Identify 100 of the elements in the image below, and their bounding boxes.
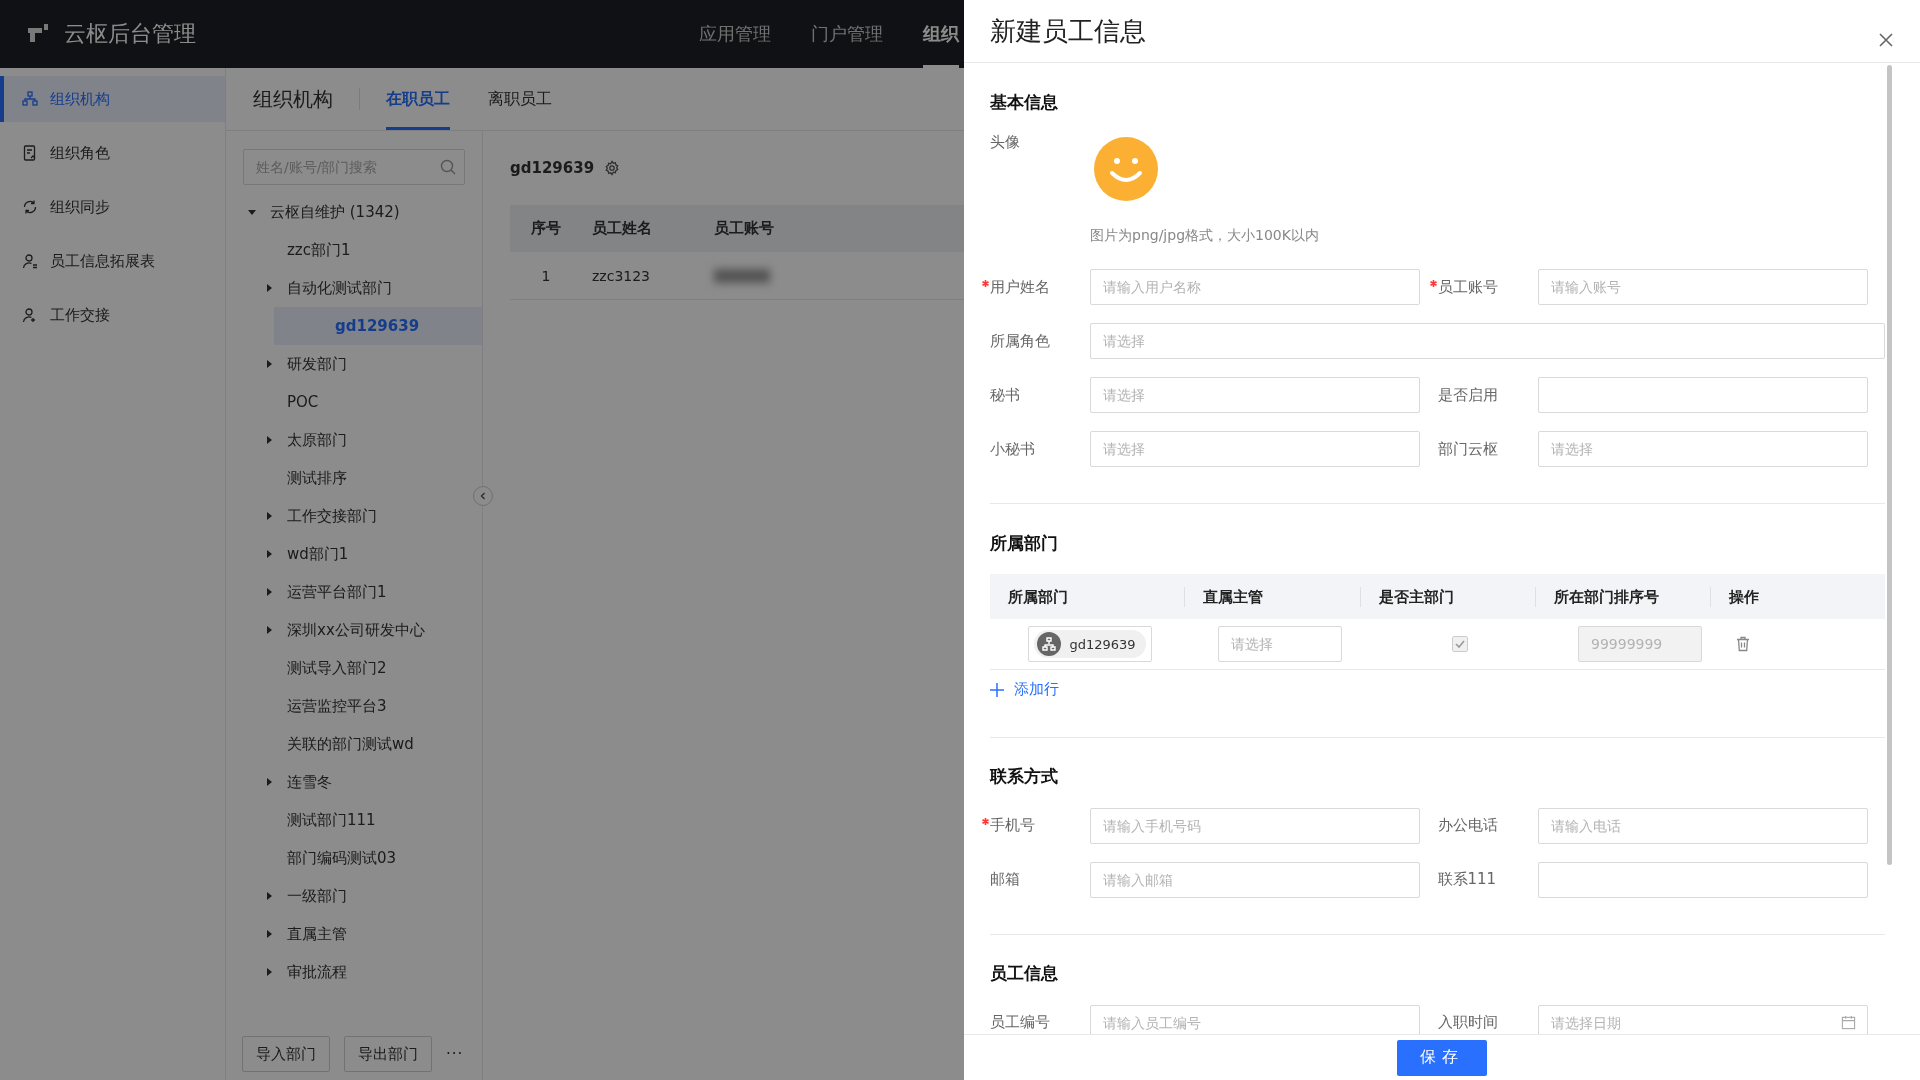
- caret-icon[interactable]: [265, 626, 273, 634]
- tree-node[interactable]: 云枢自维护 (1342): [226, 193, 482, 231]
- tree-node[interactable]: POC: [226, 383, 482, 421]
- tree-node[interactable]: 部门编码测试03: [226, 839, 482, 877]
- tree-node[interactable]: 太原部门: [226, 421, 482, 459]
- tree-node[interactable]: 关联的部门测试wd: [226, 725, 482, 763]
- input-field[interactable]: 请选择: [1090, 323, 1885, 359]
- caret-icon[interactable]: [265, 512, 273, 520]
- more-button[interactable]: ···: [446, 1045, 464, 1063]
- nav-tab[interactable]: 组织: [923, 0, 959, 68]
- input-field[interactable]: 请输入用户名称: [1090, 269, 1420, 305]
- field-label: 员工账号: [1429, 277, 1538, 297]
- date-field[interactable]: 请选择日期: [1537, 1004, 1868, 1034]
- department-name: gd129639: [510, 159, 595, 177]
- sidebar-item[interactable]: 工作交接: [0, 292, 225, 338]
- department-tag: gd129639: [1034, 630, 1146, 658]
- table-cell-text: zzc3123: [591, 267, 652, 284]
- section-title: 所属部门: [990, 531, 1059, 555]
- tree-node[interactable]: 一级部门: [226, 877, 482, 915]
- column-header: 所在部门排序号: [1534, 586, 1710, 607]
- search-icon: [440, 159, 456, 175]
- hierarchy-icon: [22, 91, 38, 107]
- sidebar-item[interactable]: 组织同步: [0, 184, 225, 230]
- tab[interactable]: 在职员工: [386, 68, 450, 130]
- caret-icon[interactable]: [265, 778, 273, 786]
- caret-icon[interactable]: [265, 360, 273, 368]
- tree-node[interactable]: 测试部门111: [226, 801, 482, 839]
- save-button[interactable]: 保存: [1397, 1039, 1487, 1076]
- sidebar-item[interactable]: 员工信息拓展表: [0, 238, 225, 284]
- blurred-value: [714, 268, 770, 283]
- required-icon: [982, 279, 989, 287]
- tree-node[interactable]: 运营监控平台3: [226, 687, 482, 725]
- field-label: 所属角色: [989, 331, 1051, 351]
- column-header: 是否主部门: [1359, 586, 1535, 607]
- user-icon: [22, 253, 38, 269]
- nav-tab[interactable]: 门户管理: [811, 0, 883, 68]
- tab[interactable]: 离职员工: [488, 68, 552, 130]
- field-label: 秘书: [989, 385, 1021, 405]
- column-header: 所属部门: [1007, 586, 1069, 607]
- field-label: 邮箱: [989, 870, 1021, 889]
- caret-icon[interactable]: [265, 892, 273, 900]
- caret-icon[interactable]: [265, 968, 273, 976]
- page-title: 组织机构: [252, 85, 334, 113]
- sidebar-item[interactable]: 组织角色: [0, 130, 225, 176]
- column-header: 员工姓名: [591, 219, 653, 238]
- delete-icon[interactable]: [1735, 636, 1751, 652]
- field-label: 用户姓名: [982, 277, 1090, 297]
- column-header: 直属主管: [1184, 586, 1360, 607]
- field-label: 联系111: [1436, 870, 1498, 889]
- required-icon: [982, 818, 989, 825]
- caret-icon[interactable]: [265, 550, 273, 558]
- tree-node[interactable]: 连雪冬: [226, 763, 482, 801]
- caret-icon[interactable]: [248, 208, 256, 216]
- upload-hint: 图片为png/jpg格式，大小100K以内: [1090, 227, 1319, 245]
- tree-button[interactable]: 导入部门: [242, 1036, 330, 1072]
- tree-node[interactable]: 自动化测试部门: [226, 269, 482, 307]
- plus-icon: [990, 682, 1004, 697]
- hierarchy-icon: [1037, 632, 1062, 656]
- caret-icon[interactable]: [265, 436, 273, 444]
- input-field[interactable]: 请输入邮箱: [1090, 861, 1420, 898]
- input-field[interactable]: 请输入电话: [1537, 807, 1868, 844]
- settings-icon[interactable]: [604, 160, 621, 176]
- column-header: 员工账号: [713, 219, 775, 238]
- input-field[interactable]: 请选择: [1537, 431, 1868, 467]
- chevron-left-icon: [479, 492, 487, 500]
- tree-node[interactable]: zzc部门1: [226, 231, 482, 269]
- tree-node[interactable]: 运营平台部门1: [226, 573, 482, 611]
- field-label: 部门云枢: [1436, 439, 1499, 459]
- input-field[interactable]: 请选择: [1090, 431, 1420, 467]
- tree-button[interactable]: 导出部门: [344, 1036, 432, 1072]
- tree-node[interactable]: 工作交接部门: [226, 497, 482, 535]
- input-field[interactable]: 请输入员工编号: [1090, 1004, 1420, 1034]
- tree-node[interactable]: wd部门1: [226, 535, 482, 573]
- input-field[interactable]: 请输入手机号码: [1090, 807, 1420, 844]
- collapse-button[interactable]: [473, 486, 493, 506]
- document-icon: [22, 145, 38, 161]
- scrollbar[interactable]: [1887, 65, 1892, 865]
- tree-node[interactable]: 测试排序: [226, 459, 482, 497]
- tree-node[interactable]: 深圳xx公司研发中心: [226, 611, 482, 649]
- add-row-link[interactable]: 添加行: [990, 680, 1059, 699]
- sidebar-item[interactable]: 组织机构: [0, 76, 225, 122]
- section-title: 联系方式: [990, 765, 1059, 788]
- close-icon[interactable]: [1878, 32, 1894, 48]
- field-label: 员工编号: [989, 1013, 1051, 1032]
- tree-node[interactable]: 审批流程: [226, 953, 482, 991]
- input-field[interactable]: [1537, 377, 1868, 413]
- tree-node[interactable]: 测试导入部门2: [226, 649, 482, 687]
- nav-tab[interactable]: 应用管理: [699, 0, 771, 68]
- caret-icon[interactable]: [265, 284, 273, 292]
- field-label: 办公电话: [1436, 816, 1499, 835]
- tree-node[interactable]: 研发部门: [226, 345, 482, 383]
- input-field[interactable]: 请输入账号: [1537, 269, 1868, 305]
- tree-node[interactable]: gd129639: [274, 307, 482, 345]
- caret-icon[interactable]: [265, 588, 273, 596]
- field-label: 头像: [989, 133, 1021, 152]
- caret-icon[interactable]: [265, 930, 273, 938]
- input-field[interactable]: [1537, 861, 1868, 898]
- drawer-title: 新建员工信息: [990, 14, 1146, 48]
- tree-node[interactable]: 直属主管: [226, 915, 482, 953]
- input-field[interactable]: 请选择: [1090, 377, 1420, 413]
